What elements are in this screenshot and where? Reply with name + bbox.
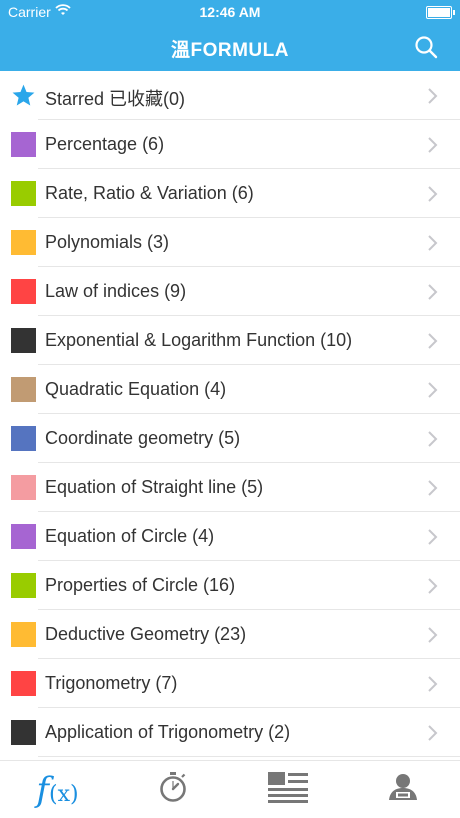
chevron-right-icon	[426, 724, 440, 742]
chevron-right-icon	[426, 381, 440, 399]
color-swatch	[11, 132, 36, 157]
list-item-label: Equation of Straight line (5)	[45, 477, 264, 497]
list-item-label: Equation of Circle (4)	[45, 526, 215, 546]
list-item-rate-ratio[interactable]: Rate, Ratio & Variation (6)	[0, 169, 460, 218]
nav-bar: Carrier 12:46 AM 溫FORMULA	[0, 0, 460, 71]
list-item-label: Properties of Circle (16)	[45, 575, 236, 595]
list-item-label: Application of Trigonometry (2)	[45, 722, 291, 742]
chevron-right-icon	[426, 185, 440, 203]
list-item-law-of-indices[interactable]: Law of indices (9)	[0, 267, 460, 316]
chevron-right-icon	[426, 675, 440, 693]
list-icon	[267, 771, 308, 808]
list-item-application-of-trigonometry[interactable]: Application of Trigonometry (2)	[0, 708, 460, 757]
color-swatch	[11, 377, 36, 402]
list-item-properties-of-circle[interactable]: Properties of Circle (16)	[0, 561, 460, 610]
stopwatch-icon	[158, 771, 188, 808]
list-item-coordinate-geometry[interactable]: Coordinate geometry (5)	[0, 414, 460, 463]
status-bar: Carrier 12:46 AM	[0, 0, 460, 24]
color-swatch	[11, 181, 36, 206]
category-list: Starred 已收藏(0) Percentage (6) Rate, Rati…	[0, 71, 460, 757]
color-swatch	[11, 230, 36, 255]
color-swatch	[11, 524, 36, 549]
list-item-label: Trigonometry (7)	[45, 673, 178, 693]
list-item-label: Exponential & Logarithm Function (10)	[45, 330, 353, 350]
chevron-right-icon	[426, 87, 440, 105]
tab-list[interactable]	[230, 761, 345, 818]
list-item-polynomials[interactable]: Polynomials (3)	[0, 218, 460, 267]
divider	[38, 756, 460, 757]
list-item-equation-of-circle[interactable]: Equation of Circle (4)	[0, 512, 460, 561]
color-swatch	[11, 720, 36, 745]
list-item-label: Quadratic Equation (4)	[45, 379, 227, 399]
clock: 12:46 AM	[199, 4, 261, 20]
tab-profile[interactable]	[345, 761, 460, 818]
list-item-percentage[interactable]: Percentage (6)	[0, 120, 460, 169]
chevron-right-icon	[426, 332, 440, 350]
list-item-label: Rate, Ratio & Variation (6)	[45, 183, 254, 203]
list-item-label: Deductive Geometry (23)	[45, 624, 247, 644]
chevron-right-icon	[426, 234, 440, 252]
color-swatch	[11, 426, 36, 451]
chevron-right-icon	[426, 283, 440, 301]
color-swatch	[11, 671, 36, 696]
function-icon: f(x)	[36, 769, 79, 810]
color-swatch	[11, 573, 36, 598]
list-item-trigonometry[interactable]: Trigonometry (7)	[0, 659, 460, 708]
user-icon	[387, 772, 419, 807]
list-item-starred[interactable]: Starred 已收藏(0)	[0, 71, 460, 120]
chevron-right-icon	[426, 479, 440, 497]
chevron-right-icon	[426, 626, 440, 644]
tab-bar: f(x)	[0, 760, 460, 818]
color-swatch	[11, 622, 36, 647]
list-item-label: Law of indices (9)	[45, 281, 187, 301]
tab-formula[interactable]: f(x)	[0, 761, 115, 818]
color-swatch	[11, 279, 36, 304]
chevron-right-icon	[426, 430, 440, 448]
search-icon[interactable]	[414, 35, 438, 59]
chevron-right-icon	[426, 528, 440, 546]
battery-icon	[426, 6, 455, 19]
chevron-right-icon	[426, 136, 440, 154]
list-item-deductive-geometry[interactable]: Deductive Geometry (23)	[0, 610, 460, 659]
list-item-label: Polynomials (3)	[45, 232, 170, 252]
color-swatch	[11, 475, 36, 500]
color-swatch	[11, 328, 36, 353]
tab-timer[interactable]	[115, 761, 230, 818]
list-item-label: Percentage (6)	[45, 134, 165, 154]
list-item-label: Coordinate geometry (5)	[45, 428, 241, 448]
list-item-quadratic[interactable]: Quadratic Equation (4)	[0, 365, 460, 414]
list-item-exponential[interactable]: Exponential & Logarithm Function (10)	[0, 316, 460, 365]
list-item-label: Starred 已收藏(0)	[45, 89, 186, 109]
chevron-right-icon	[426, 577, 440, 595]
list-item-straight-line[interactable]: Equation of Straight line (5)	[0, 463, 460, 512]
star-icon	[11, 83, 36, 108]
page-title: 溫FORMULA	[171, 40, 289, 61]
